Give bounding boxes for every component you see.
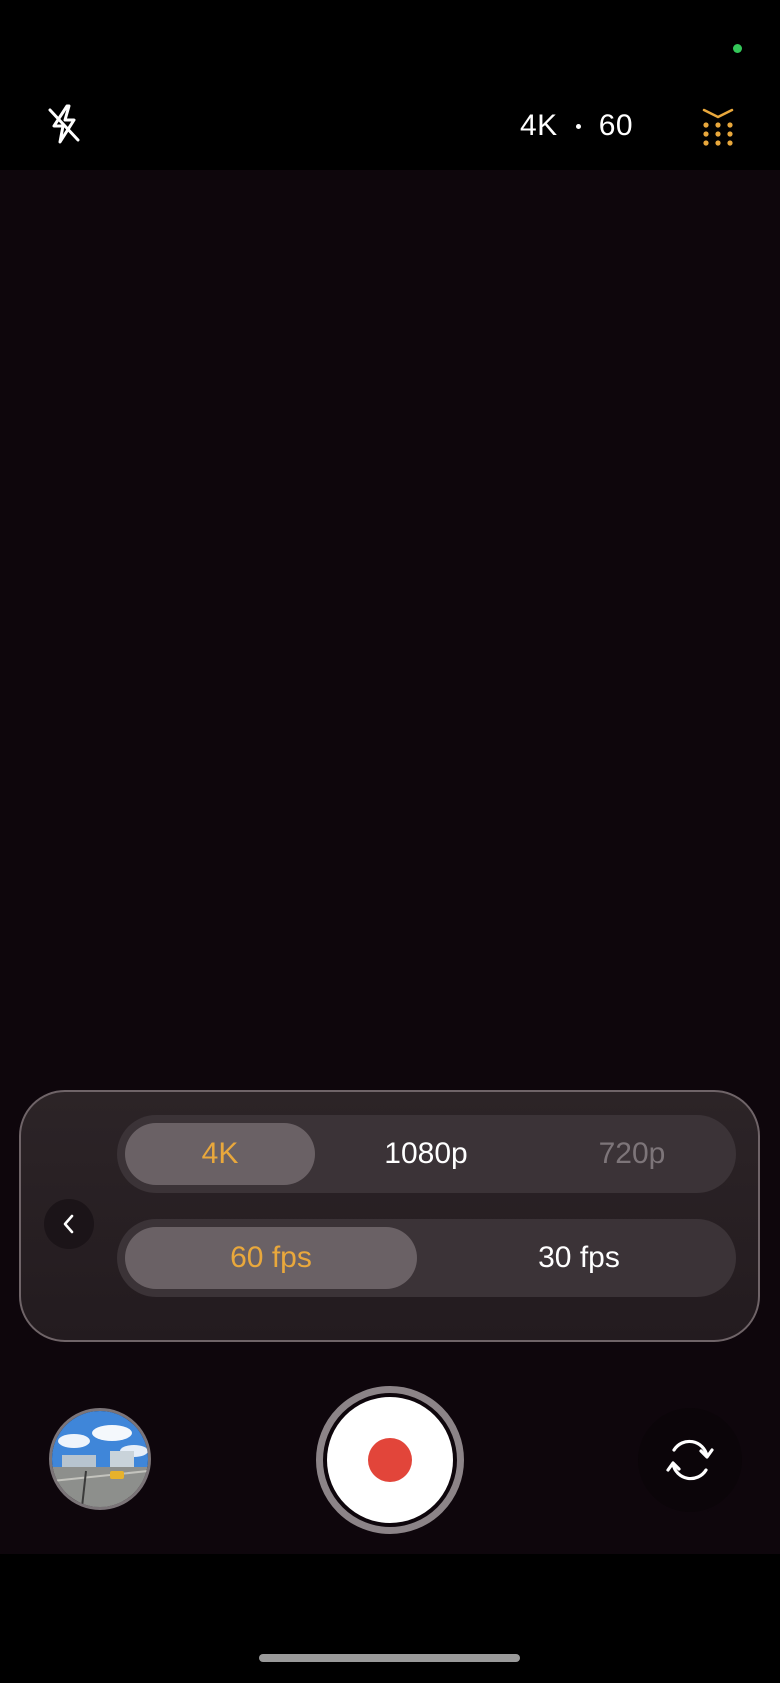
resolution-option-1080p[interactable]: 1080p	[331, 1123, 521, 1185]
home-indicator[interactable]	[259, 1654, 520, 1662]
fps-option-60[interactable]: 60 fps	[125, 1227, 417, 1289]
resolution-readout: 4K	[520, 109, 558, 142]
record-button[interactable]	[316, 1386, 464, 1534]
switch-camera-button[interactable]	[638, 1408, 742, 1512]
record-button-inner	[327, 1397, 453, 1523]
last-photo-thumbnail-image	[52, 1411, 148, 1507]
camera-top-bar: 4K 60	[0, 88, 780, 166]
gallery-thumbnail[interactable]	[49, 1408, 151, 1510]
capture-controls	[0, 1380, 780, 1550]
fps-option-30[interactable]: 30 fps	[433, 1227, 725, 1289]
resolution-option-720p: 720p	[598, 1137, 666, 1170]
camera-viewfinder[interactable]	[0, 170, 780, 1554]
settings-grid-button[interactable]	[700, 106, 736, 146]
separator-dot	[575, 123, 581, 129]
format-readout[interactable]: 4K 60	[520, 106, 633, 146]
resolution-selector: 4K 1080p 720p	[117, 1115, 736, 1193]
record-icon	[368, 1438, 412, 1482]
flash-toggle-button[interactable]	[44, 104, 84, 144]
frame-rate-selector: 60 fps 30 fps	[117, 1219, 736, 1297]
chevron-left-icon	[63, 1214, 74, 1234]
flash-off-icon	[48, 104, 80, 144]
panel-back-button[interactable]	[44, 1199, 94, 1249]
camera-switch-icon	[666, 1439, 714, 1481]
settings-grid-icon	[702, 108, 734, 146]
video-format-panel: 4K 1080p 720p 60 fps 30 fps	[19, 1090, 760, 1342]
fps-readout: 60	[598, 109, 634, 142]
status-indicator-dot	[733, 44, 742, 53]
resolution-option-4k[interactable]: 4K	[125, 1123, 315, 1185]
